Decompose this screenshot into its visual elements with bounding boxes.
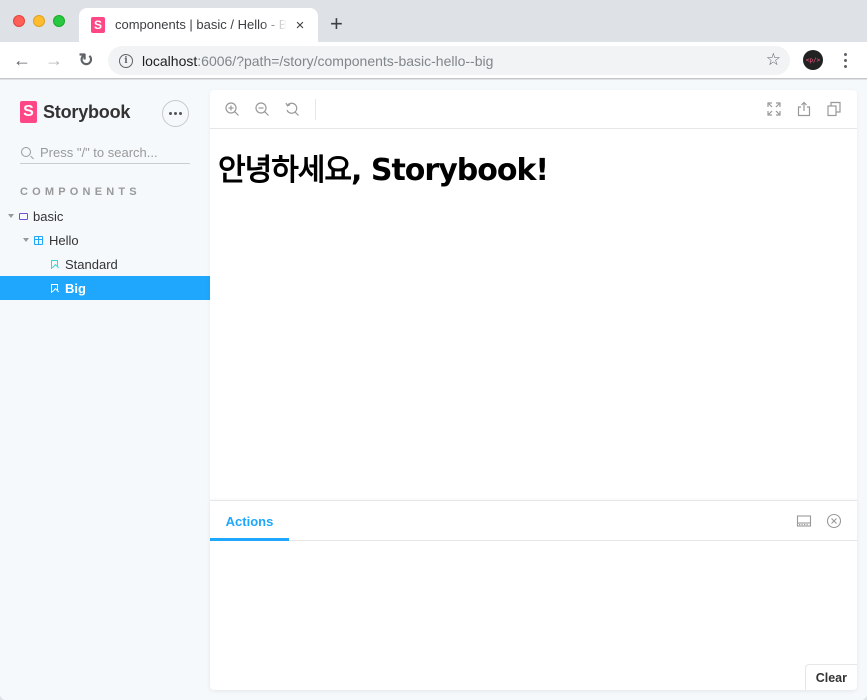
tree-item-standard[interactable]: Standard [0, 252, 210, 276]
tree-item-big[interactable]: Big [0, 276, 210, 300]
browser-tabstrip: S components | basic / Hello - Big ⋅ Sto… [0, 0, 867, 42]
browser-toolbar: ← → ↻ i localhost:6006/?path=/story/comp… [0, 42, 867, 79]
window-maximize-button[interactable] [53, 15, 65, 27]
share-icon[interactable] [796, 101, 812, 117]
preview-toolbar [210, 90, 857, 129]
bookmark-star-icon[interactable]: ☆ [766, 50, 781, 70]
more-options-button[interactable] [162, 100, 189, 127]
component-icon [34, 235, 43, 245]
story-heading: 안녕하세요, Storybook! [218, 153, 549, 188]
fullscreen-icon[interactable] [766, 101, 782, 117]
toolbar-divider [315, 99, 316, 120]
window-close-button[interactable] [13, 15, 25, 27]
tree-item-label: Standard [65, 256, 118, 272]
storybook-logo-icon: S [20, 101, 37, 123]
clear-button[interactable]: Clear [804, 664, 857, 690]
story-tree: basic Hello Standard Big [0, 204, 210, 300]
addons-panel: Actions Clear [210, 500, 857, 690]
search-icon [21, 147, 31, 157]
back-button[interactable]: ← [10, 48, 34, 72]
close-panel-icon[interactable] [826, 513, 842, 529]
expand-arrow-icon[interactable] [23, 238, 29, 242]
zoom-in-icon[interactable] [224, 101, 240, 117]
panel-orientation-icon[interactable] [796, 513, 812, 529]
address-bar[interactable]: i localhost:6006/?path=/story/components… [108, 46, 790, 75]
tree-item-label: basic [33, 208, 64, 224]
story-bookmark-icon [51, 283, 58, 293]
brand-name: Storybook [43, 101, 131, 122]
zoom-reset-icon[interactable] [284, 101, 300, 117]
reload-button[interactable]: ↻ [74, 48, 98, 72]
browser-menu-icon[interactable] [838, 49, 852, 71]
search-input[interactable] [40, 144, 190, 160]
search-box [20, 141, 190, 164]
tab-close-icon[interactable]: × [291, 17, 309, 34]
zoom-out-icon[interactable] [254, 101, 270, 117]
url-text[interactable]: localhost:6006/?path=/story/components-b… [142, 53, 493, 69]
tree-item-label: Big [65, 280, 86, 296]
tree-item-basic[interactable]: basic [0, 204, 210, 228]
tree-item-label: Hello [49, 232, 79, 248]
sidebar: S Storybook COMPONENTS basic Hello Stand… [0, 80, 210, 700]
tree-item-hello[interactable]: Hello [0, 228, 210, 252]
section-title-components: COMPONENTS [20, 186, 141, 198]
tab-actions[interactable]: Actions [210, 501, 289, 541]
extension-avatar-icon[interactable]: <p/> [803, 50, 823, 70]
tab-title: components | basic / Hello - Big ⋅ Story… [115, 17, 287, 32]
addons-tabbar: Actions [210, 501, 857, 541]
storybook-favicon-icon: S [91, 17, 105, 33]
folder-icon [19, 212, 28, 220]
storybook-brand[interactable]: S Storybook [20, 101, 130, 123]
url-path: :6006/?path=/story/components-basic-hell… [197, 52, 494, 69]
story-bookmark-icon [51, 259, 58, 269]
preview-panel: 안녕하세요, Storybook! [210, 90, 857, 500]
expand-arrow-icon[interactable] [8, 214, 14, 218]
storybook-app: S Storybook COMPONENTS basic Hello Stand… [0, 80, 867, 700]
browser-tab[interactable]: S components | basic / Hello - Big ⋅ Sto… [79, 8, 318, 42]
url-host: localhost [142, 52, 198, 69]
site-info-icon[interactable]: i [119, 53, 133, 68]
window-minimize-button[interactable] [33, 15, 45, 27]
forward-button[interactable]: → [42, 48, 66, 72]
new-tab-button[interactable]: + [330, 12, 343, 36]
copy-icon[interactable] [826, 101, 842, 117]
